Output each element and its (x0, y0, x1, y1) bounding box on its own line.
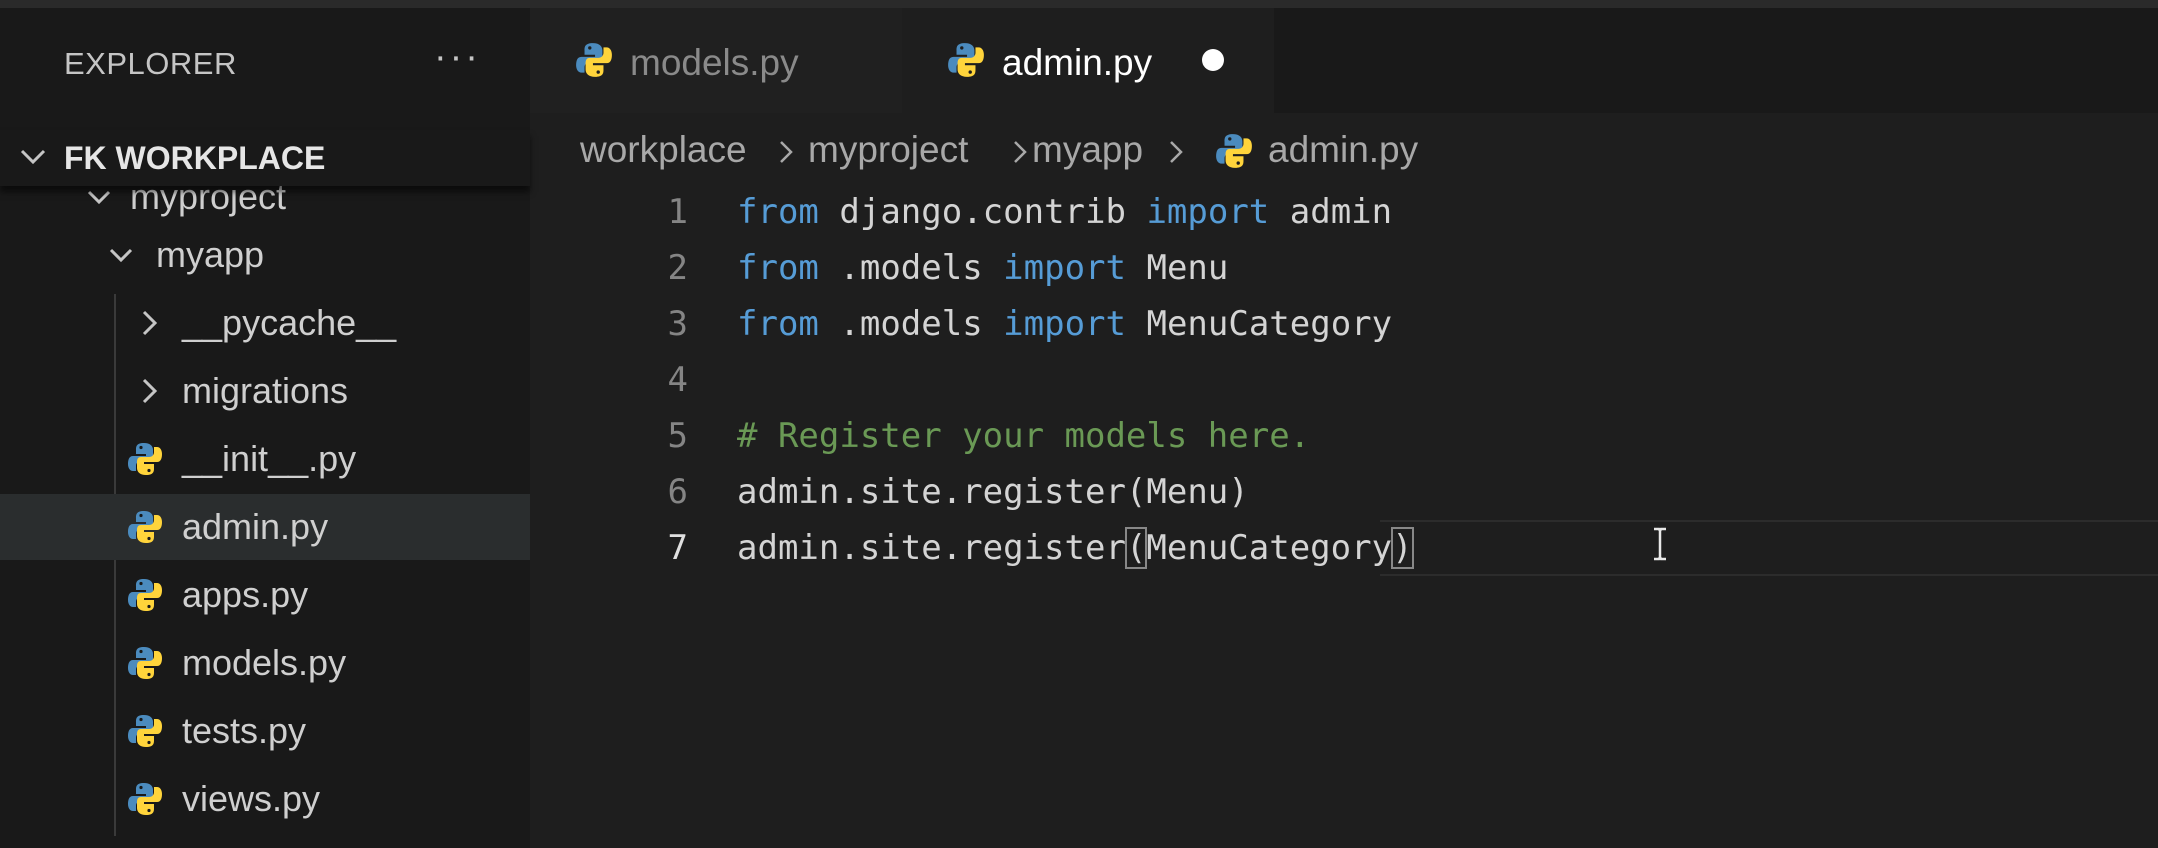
tree-folder-label: migrations (182, 370, 349, 411)
tree-folder-pycache[interactable]: __pycache__ (0, 290, 530, 356)
module-name: .models (839, 248, 983, 288)
tree-file-models[interactable]: models.py (0, 630, 530, 696)
python-icon (1216, 134, 1252, 168)
tree-folder-label: __pycache__ (182, 302, 397, 343)
code-comment: # Register your models here. (737, 416, 1311, 456)
code-line: 1 from django.contrib import admin (530, 184, 2158, 240)
file-tree: myproject myapp __pycache__ migrations _… (0, 184, 530, 848)
tree-file-views[interactable]: views.py (0, 766, 530, 832)
keyword: import (1146, 192, 1270, 232)
python-icon (128, 443, 162, 475)
code-text: from .models import MenuCategory (737, 304, 1392, 344)
editor-tab-bar: models.py admin.py (530, 8, 2158, 113)
line-number: 2 (667, 248, 688, 288)
python-icon (128, 647, 162, 679)
tree-folder-myapp[interactable]: myapp (0, 222, 530, 288)
tree-file-tests[interactable]: tests.py (0, 698, 530, 764)
workspace-section-label: FK WORKPLACE (64, 140, 326, 176)
more-actions-button[interactable]: ··· (434, 36, 481, 79)
python-icon (128, 783, 162, 815)
python-icon (128, 511, 162, 543)
current-line-highlight (1380, 520, 2158, 576)
line-number: 3 (667, 304, 688, 344)
import-name: MenuCategory (1146, 304, 1393, 344)
call-name: admin.site.register (737, 528, 1126, 568)
tab-label: admin.py (1002, 42, 1153, 83)
tree-folder-label: myapp (156, 234, 265, 275)
code-text: from .models import Menu (737, 248, 1228, 288)
tree-file-label: __init__.py (182, 438, 357, 479)
line-number: 4 (667, 360, 688, 400)
line-number: 5 (667, 416, 688, 456)
module-name: .models (839, 304, 983, 344)
tree-file-apps[interactable]: apps.py (0, 562, 530, 628)
breadcrumb-item[interactable]: myapp (1032, 129, 1143, 171)
line-number: 1 (667, 192, 688, 232)
explorer-sidebar: EXPLORER ··· FK WORKPLACE myproject myap… (0, 8, 530, 848)
tree-file-admin[interactable]: admin.py (0, 494, 530, 560)
chevron-right-icon (780, 141, 793, 163)
code-text: admin.site.register(Menu) (737, 472, 1249, 512)
tree-file-label: apps.py (182, 574, 309, 615)
code-text: from django.contrib import admin (737, 192, 1392, 232)
code-text: admin.site.register(MenuCategory) (737, 527, 1414, 569)
tree-file-label: views.py (182, 778, 321, 819)
tab-label: models.py (630, 42, 799, 83)
chevron-down-icon (87, 190, 111, 205)
chevron-down-icon (20, 149, 46, 165)
code-line: 3 from .models import MenuCategory (530, 296, 2158, 352)
chevron-right-icon (1014, 141, 1027, 163)
python-icon (948, 43, 984, 77)
keyword: import (1003, 304, 1126, 344)
python-icon (576, 43, 612, 77)
breadcrumb-item[interactable]: workplace (580, 129, 747, 171)
python-icon (128, 579, 162, 611)
explorer-header: EXPLORER ··· (0, 8, 530, 116)
keyword: from (737, 192, 819, 232)
text-cursor-icon (1654, 527, 1666, 561)
chevron-right-icon (1170, 141, 1183, 163)
chevron-right-icon (142, 378, 158, 404)
unsaved-dot-icon[interactable] (1202, 49, 1224, 71)
line-number: 6 (667, 472, 688, 512)
python-icon (128, 715, 162, 747)
chevron-down-icon (109, 248, 133, 263)
keyword: from (737, 248, 819, 288)
tree-folder-label: myproject (130, 184, 287, 217)
tree-file-init[interactable]: __init__.py (0, 426, 530, 492)
code-line: 2 from .models import Menu (530, 240, 2158, 296)
module-name: django.contrib (839, 192, 1126, 232)
tab-admin[interactable]: admin.py (902, 8, 1274, 113)
keyword: from (737, 304, 819, 344)
explorer-title: EXPLORER (64, 46, 237, 81)
tree-file-label: tests.py (182, 710, 307, 751)
bracket-match: ) (1391, 527, 1414, 569)
argument: MenuCategory (1146, 528, 1393, 568)
breadcrumb: workplace myproject myapp admin.py (580, 125, 1418, 175)
title-bar (0, 0, 2158, 8)
breadcrumb-item[interactable]: myproject (808, 129, 968, 171)
code-editor[interactable]: 1 from django.contrib import admin 2 fro… (530, 180, 2158, 848)
workspace-section-header[interactable]: FK WORKPLACE (0, 130, 530, 186)
keyword: import (1003, 248, 1126, 288)
tree-folder-migrations[interactable]: migrations (0, 358, 530, 424)
tab-models[interactable]: models.py (530, 8, 902, 113)
bracket-match: ( (1124, 527, 1148, 569)
code-line: 6 admin.site.register(Menu) (530, 464, 2158, 520)
import-name: admin (1289, 192, 1393, 232)
chevron-right-icon (142, 310, 158, 336)
code-line-current: 7 admin.site.register(MenuCategory) (530, 520, 2158, 576)
tree-file-label: models.py (182, 642, 347, 683)
tree-file-label: admin.py (182, 506, 329, 547)
breadcrumb-item[interactable]: admin.py (1268, 129, 1418, 171)
import-name: Menu (1146, 248, 1229, 288)
code-line: 4 (530, 352, 2158, 408)
code-line: 5 # Register your models here. (530, 408, 2158, 464)
line-number: 7 (667, 528, 688, 568)
